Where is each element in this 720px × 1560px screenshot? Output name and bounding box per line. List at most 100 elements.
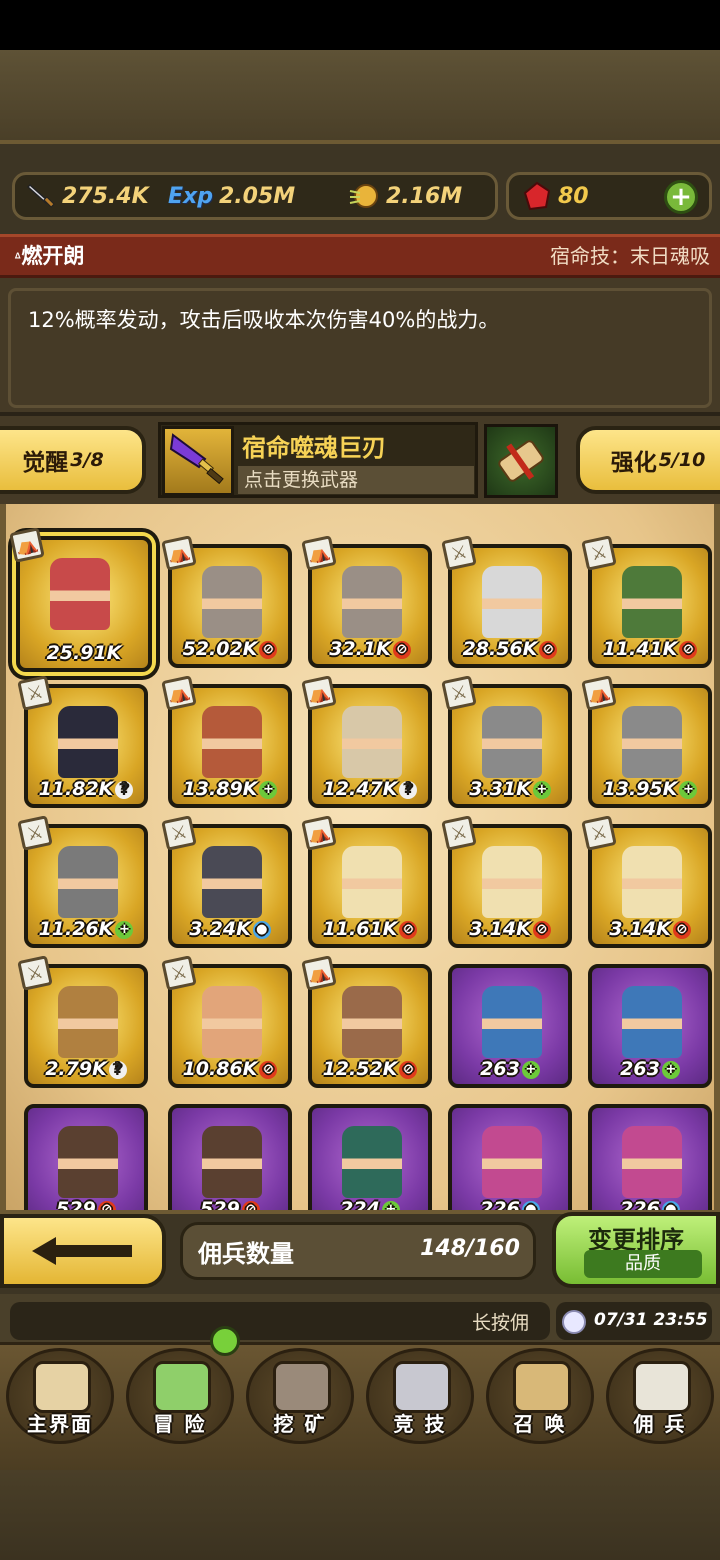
blue-dot-icon: ● (252, 920, 271, 939)
nav-item[interactable]: 挖 矿 (240, 1342, 360, 1452)
exp-value: 2.05M (218, 183, 296, 209)
hero-portrait (622, 1126, 682, 1198)
hero-card[interactable]: ⛺ 32.1K ⊘ (301, 535, 432, 668)
sword-badge-icon: ⚔ (581, 815, 617, 851)
question-icon: ? (399, 780, 418, 799)
scroll-icon (498, 440, 544, 482)
hero-portrait (58, 706, 118, 778)
hero-card[interactable]: ⚔ 28.56K ⊘ (441, 535, 572, 668)
hero-card[interactable]: 226 ● (588, 1104, 712, 1210)
back-button[interactable] (0, 1214, 166, 1288)
hero-card[interactable]: 529 ⊘ (168, 1104, 292, 1210)
hero-card[interactable]: ⚔ 3.24K ● (161, 815, 292, 948)
hero-card[interactable]: ⚔ 11.41K ⊘ (581, 535, 712, 668)
skill-description: 12%概率发动，攻击后吸收本次伤害40%的战力。 (28, 308, 500, 332)
hero-portrait (622, 566, 682, 638)
hero-card[interactable]: ⚔ 10.86K ⊘ (161, 955, 292, 1088)
hero-card[interactable]: ⚔ 11.82K? (17, 675, 148, 808)
hero-card[interactable]: ⚔ 3.14K ⊘ (581, 815, 712, 948)
hero-power-value: 224 (340, 1198, 380, 1210)
sword-badge-icon: ⚔ (161, 955, 197, 991)
add-gems-button[interactable]: + (664, 180, 698, 214)
awaken-label: 觉醒 (22, 450, 69, 476)
gem-amount: 80 (522, 180, 589, 212)
green-plus-icon: + (115, 920, 134, 939)
hero-card[interactable]: ⛺ 13.95K + (581, 675, 712, 808)
hero-portrait (482, 1126, 542, 1198)
attack-value: 275.4K (62, 183, 149, 209)
hero-grid: ⛺ 25.91K ⛺ 52.02K ⊘ ⛺ 32.1K ⊘ ⚔ 28.56K ⊘ ⚔ 11.41K ⊘ ⚔ 1… (0, 504, 720, 1210)
hero-card[interactable]: 224 + (308, 1104, 432, 1210)
hero-power: 12.52K ⊘ (312, 1058, 428, 1080)
hero-power-value: 12.47K (322, 778, 398, 800)
blue-dot-icon: ● (661, 1200, 680, 1210)
hero-power: 3.14K ⊘ (452, 918, 568, 940)
hero-power: 11.41K ⊘ (592, 638, 708, 660)
sword-badge-icon: ⚔ (441, 675, 477, 711)
skill-scroll-button[interactable] (484, 424, 558, 498)
hero-card[interactable]: ⛺ 13.89K + (161, 675, 292, 808)
hero-portrait (50, 558, 110, 630)
hero-card[interactable]: ⛺ 12.47K? (301, 675, 432, 808)
hero-portrait (622, 846, 682, 918)
hero-power-value: 2.79K (45, 1058, 107, 1080)
hero-power-value: 529 (200, 1198, 240, 1210)
tent-badge-icon: ⛺ (301, 815, 337, 851)
hero-power-value: 25.91K (46, 642, 122, 664)
enhance-button[interactable]: 强化 5/10 (576, 426, 720, 494)
hero-power-value: 3.14K (469, 918, 531, 940)
hero-portrait (202, 846, 262, 918)
hero-card[interactable]: ⚔ 3.31K + (441, 675, 572, 808)
hero-card[interactable]: 226 ● (448, 1104, 572, 1210)
hero-power: 13.89K + (172, 778, 288, 800)
sword-badge-icon: ⚔ (441, 815, 477, 851)
hero-name-text: 燃开朗 (21, 244, 85, 268)
nav-label: 竞 技 (393, 1412, 447, 1436)
hero-portrait (342, 706, 402, 778)
mercenary-count-value: 148/160 (420, 1236, 520, 1261)
map-scroll-icon (33, 1361, 91, 1413)
hero-power-value: 12.52K (322, 1058, 398, 1080)
hero-power-value: 226 (480, 1198, 520, 1210)
hero-power-value: 52.02K (182, 638, 258, 660)
tent-badge-icon: ⛺ (161, 535, 197, 571)
awaken-button[interactable]: 觉醒 3/8 (0, 426, 146, 494)
nav-item[interactable]: 佣 兵 (600, 1342, 720, 1452)
hero-card[interactable]: ⚔ 11.26K + (17, 815, 148, 948)
nav-label: 冒 险 (153, 1412, 207, 1436)
hero-card[interactable]: 263 + (588, 964, 712, 1088)
red-slash-icon: ⊘ (672, 920, 691, 939)
hero-card[interactable]: ⛺ 12.52K ⊘ (301, 955, 432, 1088)
hero-power-value: 11.61K (322, 918, 398, 940)
purple-blade-icon (169, 433, 224, 485)
sword-badge-icon: ⚔ (17, 675, 53, 711)
green-plus-icon: + (532, 780, 551, 799)
weapon-icon-frame[interactable] (162, 426, 234, 496)
change-weapon-hint[interactable]: 点击更换武器 (238, 466, 474, 494)
hero-power: 25.91K (20, 642, 148, 664)
hero-card[interactable]: ⛺ 11.61K ⊘ (301, 815, 432, 948)
hero-card[interactable]: ⚔ 3.14K ⊘ (441, 815, 572, 948)
hero-card[interactable]: 263 + (448, 964, 572, 1088)
tip-box (10, 1302, 550, 1340)
red-slash-icon: ⊘ (532, 920, 551, 939)
nav-item[interactable]: 主界面 (0, 1342, 120, 1452)
nav-item[interactable]: 冒 险 (120, 1342, 240, 1452)
nav-item[interactable]: 召 唤 (480, 1342, 600, 1452)
summon-scroll-icon (513, 1361, 571, 1413)
map-background-bottom (0, 1470, 720, 1560)
back-arrow-icon (32, 1237, 132, 1265)
clock-text: 07/31 23:55 (594, 1310, 708, 1330)
gem-value: 80 (558, 183, 589, 209)
hero-power-value: 226 (620, 1198, 660, 1210)
hero-card[interactable]: ⛺ 52.02K ⊘ (161, 535, 292, 668)
hero-portrait (622, 706, 682, 778)
pickaxe-icon (273, 1361, 331, 1413)
hero-portrait (58, 1126, 118, 1198)
hero-card[interactable]: ⛺ 25.91K (9, 527, 152, 672)
hero-card[interactable]: ⚔ 2.79K? (17, 955, 148, 1088)
enhance-value: 5/10 (658, 449, 706, 471)
hero-card[interactable]: 529 ⊘ (24, 1104, 148, 1210)
sword-badge-icon: ⚔ (17, 815, 53, 851)
nav-item[interactable]: 竞 技 (360, 1342, 480, 1452)
